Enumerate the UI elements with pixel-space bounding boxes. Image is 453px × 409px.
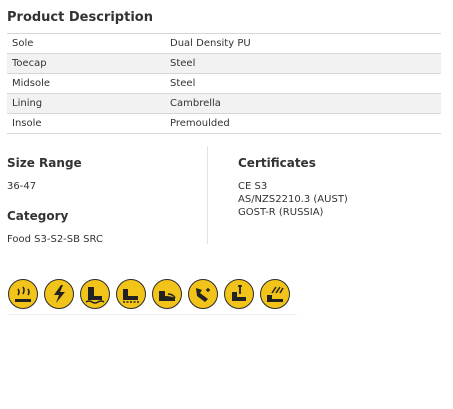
- steel-toecap-icon: [152, 279, 182, 309]
- left-column: Size Range 36-47 Category Food S3-S2-SB …: [7, 155, 202, 246]
- certificate-item: CE S3: [238, 181, 268, 192]
- energy-absorbing-icon: [260, 279, 290, 309]
- spec-table: Sole Dual Density PU Toecap Steel Midsol…: [7, 33, 441, 134]
- category-value: Food S3-S2-SB SRC: [7, 234, 103, 245]
- water-resistant-icon: [80, 279, 110, 309]
- chemical-resistant-icon: [188, 279, 218, 309]
- spec-key: Toecap: [7, 53, 165, 74]
- feature-icons: [8, 279, 290, 309]
- hot-surface-icon: [8, 279, 38, 309]
- spec-value: Steel: [165, 73, 441, 94]
- certificates-heading: Certificates: [238, 156, 316, 170]
- column-divider: [207, 146, 208, 244]
- antistatic-icon: [44, 279, 74, 309]
- spec-key: Sole: [7, 33, 165, 54]
- table-row: Midsole Steel: [7, 73, 441, 94]
- spec-value: Cambrella: [165, 93, 441, 114]
- penetration-resistant-icon: [224, 279, 254, 309]
- certificate-item: AS/NZS2210.3 (AUST): [238, 194, 348, 205]
- product-description-title: Product Description: [7, 10, 153, 25]
- right-column: Certificates CE S3 AS/NZS2210.3 (AUST) G…: [238, 155, 438, 219]
- size-range-value: 36-47: [7, 181, 37, 192]
- slip-resistant-icon: [116, 279, 146, 309]
- table-row: Insole Premoulded: [7, 113, 441, 134]
- spec-value: Premoulded: [165, 113, 441, 134]
- spec-key: Lining: [7, 93, 165, 114]
- certificates-list: CE S3 AS/NZS2210.3 (AUST) GOST-R (RUSSIA…: [238, 180, 438, 219]
- spec-value: Dual Density PU: [165, 33, 441, 54]
- certificate-item: GOST-R (RUSSIA): [238, 207, 324, 218]
- size-range-heading: Size Range: [7, 156, 82, 170]
- table-row: Sole Dual Density PU: [7, 33, 441, 54]
- category-heading: Category: [7, 209, 69, 223]
- spec-key: Midsole: [7, 73, 165, 94]
- table-row: Toecap Steel: [7, 53, 441, 74]
- spec-key: Insole: [7, 113, 165, 134]
- divider: [7, 314, 297, 315]
- table-row: Lining Cambrella: [7, 93, 441, 114]
- spec-value: Steel: [165, 53, 441, 74]
